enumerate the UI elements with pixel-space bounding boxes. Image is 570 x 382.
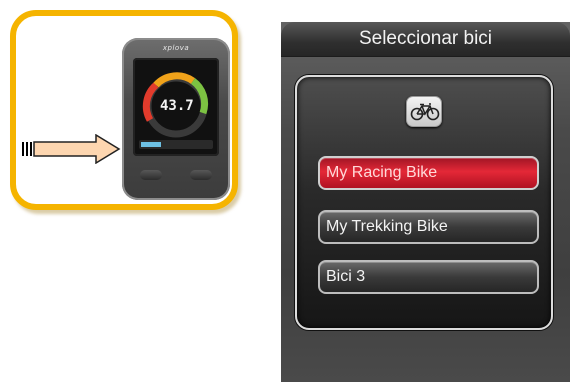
device-screen: 43.7 (133, 58, 219, 156)
bike-option-my-racing-bike[interactable]: My Racing Bike (318, 156, 539, 190)
bike-option-label: My Racing Bike (326, 164, 438, 181)
bike-select-panel: My Racing Bike My Trekking Bike Bici 3 (295, 75, 553, 330)
bike-computer-device: xplova 43.7 (122, 38, 230, 200)
device-speed-readout: 43.7 (160, 98, 194, 114)
bicycle-icon (410, 103, 440, 121)
device-illustration-card: xplova 43.7 (10, 10, 238, 210)
device-right-button (190, 170, 212, 180)
bike-option-label: Bici 3 (326, 268, 366, 285)
bike-option-my-trekking-bike[interactable]: My Trekking Bike (318, 210, 539, 244)
screen-title: Seleccionar bici (281, 22, 570, 57)
bike-option-bici-3[interactable]: Bici 3 (318, 260, 539, 294)
bike-select-screen: Seleccionar bici My Racing Bike My Trekk… (281, 22, 570, 382)
right-arrow-icon (22, 134, 121, 164)
device-left-button (140, 170, 162, 180)
bike-option-label: My Trekking Bike (326, 218, 448, 235)
device-brand-label: xplova (162, 44, 190, 52)
bicycle-icon-button[interactable] (406, 96, 442, 127)
